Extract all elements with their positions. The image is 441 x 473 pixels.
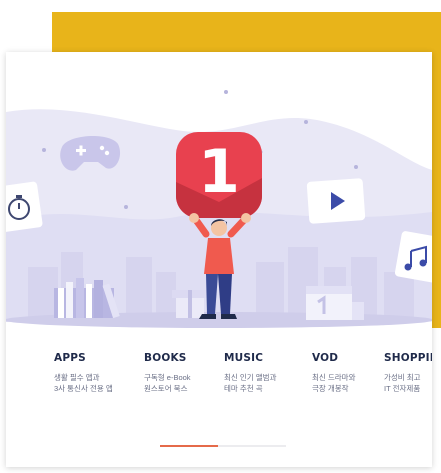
category-list: 인기 링 APPS 생활 필수 앱과 3사 통신사 전용 앱 BOOKS 구독형… bbox=[6, 352, 432, 412]
category-desc-line1: 인기 bbox=[6, 360, 58, 371]
category-desc-line2: 3사 통신사 전용 앱 bbox=[54, 384, 113, 393]
carousel-pager[interactable] bbox=[160, 445, 286, 447]
carousel-pager-active bbox=[160, 445, 218, 447]
category-desc-line1: 최신 드라마와 bbox=[312, 373, 356, 382]
promo-card: 1 인기 링 APPS 생활 필수 앱과 3사 통신사 전용 앱 BOOKS 구… bbox=[6, 52, 432, 467]
category-item-apps[interactable]: APPS 생활 필수 앱과 3사 통신사 전용 앱 bbox=[54, 352, 134, 394]
category-title: MUSIC bbox=[224, 352, 264, 364]
stopwatch-icon bbox=[6, 181, 43, 233]
category-title: BOOKS bbox=[144, 352, 187, 364]
category-desc-line1: 가성비 최고 bbox=[384, 373, 421, 382]
category-item-books[interactable]: BOOKS 구독형 e-Book 원스토어 북스 bbox=[144, 352, 224, 394]
category-desc-line2: 극장 개봉작 bbox=[312, 384, 349, 393]
badge-1-icon: 1 bbox=[176, 132, 262, 218]
play-icon bbox=[306, 178, 366, 224]
category-item-shopping[interactable]: SHOPPIN 가성비 최고 IT 전자제품 bbox=[384, 352, 432, 394]
category-item-partial[interactable]: 인기 링 bbox=[6, 352, 58, 382]
category-item-vod[interactable]: VOD 최신 드라마와 극장 개봉작 bbox=[312, 352, 392, 394]
category-desc-line2: IT 전자제품 bbox=[384, 384, 421, 393]
category-desc-line2: 테마 추천 곡 bbox=[224, 384, 263, 393]
category-title: SHOPPIN bbox=[384, 352, 432, 364]
category-title: VOD bbox=[312, 352, 339, 364]
category-desc-line2: 링 bbox=[6, 371, 58, 382]
category-desc-line1: 최신 인기 앨범과 bbox=[224, 373, 277, 382]
hero-illustration: 1 bbox=[6, 90, 432, 328]
category-item-music[interactable]: MUSIC 최신 인기 앨범과 테마 추천 곡 bbox=[224, 352, 304, 394]
category-desc-line2: 원스토어 북스 bbox=[144, 384, 188, 393]
badge-number: 1 bbox=[198, 137, 240, 207]
category-desc-line1: 구독형 e-Book bbox=[144, 373, 191, 382]
gift-box-icon bbox=[172, 290, 208, 318]
category-desc-line1: 생활 필수 앱과 bbox=[54, 373, 100, 382]
category-title: APPS bbox=[54, 352, 86, 364]
